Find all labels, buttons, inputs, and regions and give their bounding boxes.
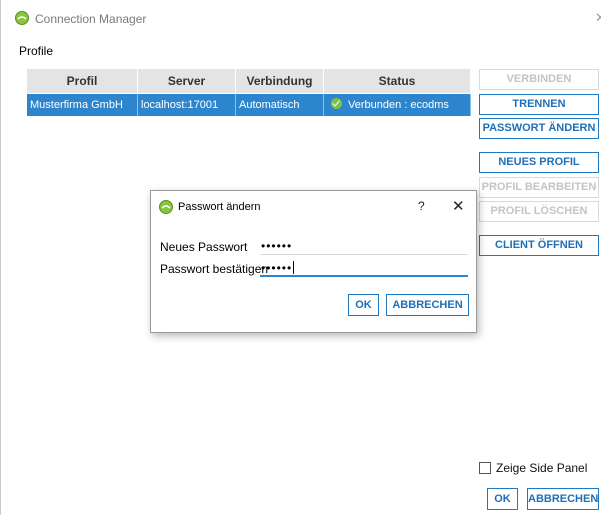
confirm-password-field[interactable]: •••••• — [260, 260, 468, 277]
window-close-icon[interactable]: ✕ — [595, 10, 601, 26]
cancel-button[interactable]: ABBRECHEN — [527, 488, 599, 510]
check-circle-icon — [331, 98, 342, 109]
dialog-close-icon[interactable]: ✕ — [452, 197, 465, 215]
ok-button[interactable]: OK — [487, 488, 518, 510]
app-logo-icon — [15, 11, 29, 25]
new-password-value: •••••• — [261, 239, 293, 253]
column-header-server[interactable]: Server — [138, 69, 236, 93]
dialog-cancel-button[interactable]: ABBRECHEN — [386, 294, 469, 316]
connection-manager-window: Connection Manager ✕ Profile Profil Serv… — [0, 0, 601, 515]
passwort-aendern-button[interactable]: PASSWORT ÄNDERN — [479, 118, 599, 139]
help-icon[interactable]: ? — [418, 199, 425, 213]
column-header-profil[interactable]: Profil — [27, 69, 138, 93]
column-header-verbindung[interactable]: Verbindung — [236, 69, 324, 93]
side-panel-toggle[interactable]: Zeige Side Panel — [479, 461, 587, 475]
confirm-password-label: Passwort bestätigen — [160, 262, 269, 276]
window-title: Connection Manager — [35, 12, 147, 26]
dialog-title: Passwort ändern — [178, 201, 261, 213]
change-password-dialog: Passwort ändern ? ✕ Neues Passwort •••••… — [150, 190, 477, 333]
table-row[interactable]: Musterfirma GmbH localhost:17001 Automat… — [27, 94, 471, 116]
profile-group-label: Profile — [19, 44, 54, 58]
cell-server: localhost:17001 — [138, 94, 236, 116]
side-panel-checkbox[interactable] — [479, 462, 491, 474]
neues-profil-button[interactable]: NEUES PROFIL — [479, 152, 599, 173]
side-panel-label: Zeige Side Panel — [496, 461, 588, 475]
dialog-logo-icon — [159, 200, 173, 214]
cell-status: Verbunden : ecodms — [324, 94, 471, 116]
confirm-password-value: •••••• — [261, 261, 293, 275]
profil-loeschen-button[interactable]: PROFIL LÖSCHEN — [479, 201, 599, 222]
client-oeffnen-button[interactable]: CLIENT ÖFFNEN — [479, 235, 599, 256]
text-caret — [293, 261, 295, 274]
status-text: Verbunden : ecodms — [348, 99, 449, 111]
profil-bearbeiten-button[interactable]: PROFIL BEARBEITEN — [479, 177, 599, 198]
title-bar: Connection Manager ✕ — [1, 0, 601, 34]
cell-profil: Musterfirma GmbH — [27, 94, 138, 116]
new-password-label: Neues Passwort — [160, 240, 248, 254]
dialog-ok-button[interactable]: OK — [348, 294, 379, 316]
table-header: Profil Server Verbindung Status — [27, 69, 471, 93]
new-password-field[interactable]: •••••• — [260, 238, 468, 255]
trennen-button[interactable]: TRENNEN — [479, 94, 599, 115]
verbinden-button[interactable]: VERBINDEN — [479, 69, 599, 90]
column-header-status[interactable]: Status — [324, 69, 471, 93]
cell-verbindung: Automatisch — [236, 94, 324, 116]
